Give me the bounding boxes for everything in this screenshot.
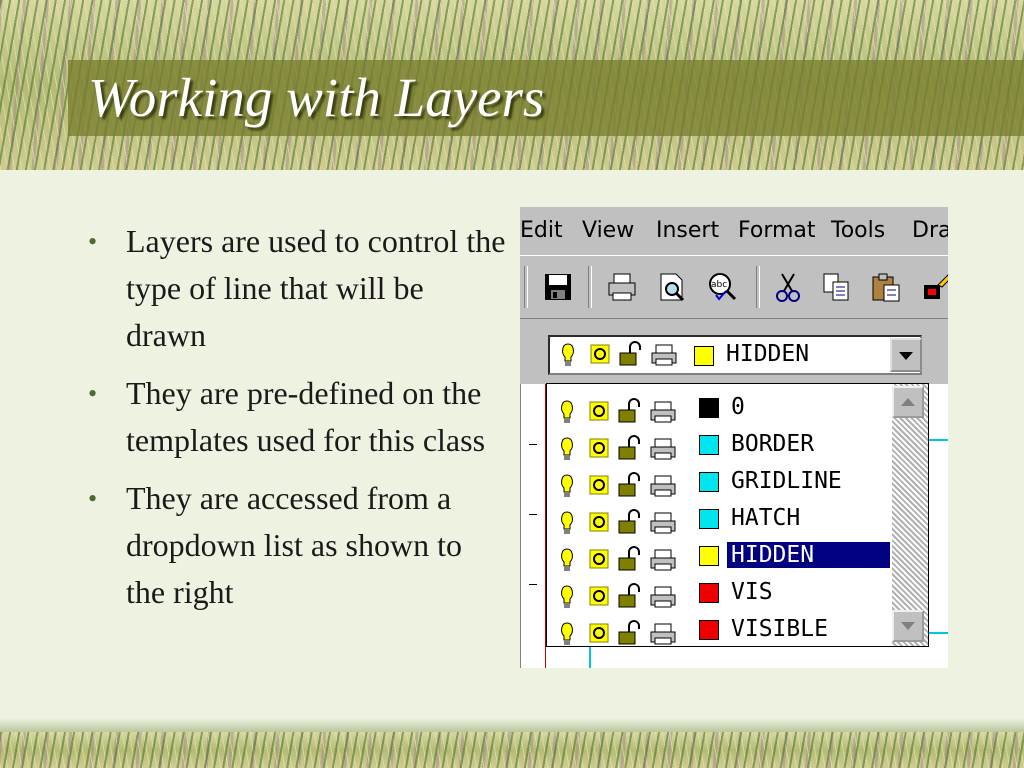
layer-dropdown-list: 0 BORDER GRIDLINE HATCH HIDDEN VIS VISIBLE <box>546 383 929 647</box>
layer-color-swatch <box>699 620 719 640</box>
layer-dropdown-button[interactable] <box>890 338 922 372</box>
toolbar-separator <box>524 266 528 308</box>
current-layer-name: HIDDEN <box>726 341 810 367</box>
spell-check-icon[interactable]: abc <box>706 271 738 303</box>
bullet-list: • Layers are used to control the type of … <box>86 218 506 627</box>
layer-state-icons <box>561 546 676 571</box>
bullet-text: They are accessed from a dropdown list a… <box>126 480 462 610</box>
drawing-line <box>927 439 948 441</box>
layer-state-icons[interactable] <box>559 620 709 646</box>
layer-color-swatch <box>699 546 719 566</box>
menu-view[interactable]: View <box>582 218 634 243</box>
layer-state-icons[interactable] <box>559 398 709 424</box>
layer-state-icons[interactable] <box>559 509 709 535</box>
layer-color-swatch <box>699 583 719 603</box>
svg-text:abc: abc <box>711 280 727 290</box>
layer-color-swatch <box>699 435 719 455</box>
toolbar-separator <box>756 266 760 308</box>
bullet-dot-icon: • <box>88 484 98 513</box>
match-properties-icon[interactable] <box>920 271 948 303</box>
bullet-text: They are pre-defined on the templates us… <box>126 375 486 458</box>
copy-icon[interactable] <box>820 271 852 303</box>
layer-row-hidden[interactable]: HIDDEN <box>547 540 891 576</box>
layer-state-icons[interactable] <box>559 435 709 461</box>
layer-row-visible[interactable]: VISIBLE <box>547 614 890 650</box>
save-icon[interactable] <box>542 271 574 303</box>
layer-dropdown-screenshot: Edit View Insert Format Tools Dra abc HI… <box>520 207 948 668</box>
layer-state-icons <box>562 341 677 366</box>
footer-shadow <box>0 718 1024 732</box>
layer-name: VIS <box>731 579 773 605</box>
menu-format[interactable]: Format <box>738 218 816 243</box>
ruler-tick <box>529 514 537 515</box>
layer-state-icons <box>561 620 676 645</box>
slide-title: Working with Layers <box>88 67 545 128</box>
layer-state-icons <box>561 583 676 608</box>
menu-bar: Edit View Insert Format Tools Dra <box>520 207 948 251</box>
menu-edit[interactable]: Edit <box>520 218 563 243</box>
chevron-up-icon <box>901 398 915 406</box>
drawing-line <box>927 632 948 634</box>
paste-icon[interactable] <box>870 271 902 303</box>
layer-row-gridline[interactable]: GRIDLINE <box>547 466 890 502</box>
layer-state-icons <box>561 398 676 423</box>
layer-name: 0 <box>731 394 745 420</box>
layer-name: GRIDLINE <box>731 468 842 494</box>
layer-row-vis[interactable]: VIS <box>547 577 890 613</box>
bullet-item: • Layers are used to control the type of … <box>86 218 506 359</box>
layer-state-icons <box>561 435 676 460</box>
chevron-down-icon <box>899 352 913 360</box>
scroll-down-button[interactable] <box>892 610 924 642</box>
menu-draw[interactable]: Dra <box>912 218 948 243</box>
bullet-text: Layers are used to control the type of l… <box>126 223 506 353</box>
layer-row-0[interactable]: 0 <box>547 392 890 428</box>
layer-name: HATCH <box>731 505 801 531</box>
bullet-dot-icon: • <box>88 227 98 256</box>
current-layer-color-swatch <box>694 346 714 366</box>
chevron-down-icon <box>901 622 915 630</box>
menu-insert[interactable]: Insert <box>656 218 719 243</box>
layer-state-icons[interactable] <box>559 546 709 572</box>
layer-color-swatch <box>699 509 719 529</box>
layer-state-icons <box>561 509 676 534</box>
ruler-tick <box>529 444 537 445</box>
print-preview-icon[interactable] <box>656 271 688 303</box>
layer-name: VISIBLE <box>731 616 828 642</box>
layer-state-icons[interactable] <box>559 583 709 609</box>
menu-tools[interactable]: Tools <box>831 218 885 243</box>
bullet-item: • They are accessed from a dropdown list … <box>86 475 506 616</box>
scroll-up-button[interactable] <box>892 386 924 418</box>
layer-combo-box[interactable]: HIDDEN <box>548 335 922 375</box>
layer-state-icons <box>561 472 676 497</box>
layer-row-border[interactable]: BORDER <box>547 429 890 465</box>
toolbar-separator <box>588 266 592 308</box>
footer-grass-background <box>0 732 1024 768</box>
layer-color-swatch <box>699 472 719 492</box>
cut-icon[interactable] <box>772 271 804 303</box>
standard-toolbar: abc <box>520 255 948 319</box>
layer-state-icons[interactable] <box>559 472 709 498</box>
layer-row-hatch[interactable]: HATCH <box>547 503 890 539</box>
print-icon[interactable] <box>606 271 638 303</box>
layer-color-swatch <box>699 398 719 418</box>
bullet-dot-icon: • <box>88 379 98 408</box>
ruler-tick <box>529 584 537 585</box>
dropdown-scrollbar[interactable] <box>892 384 928 646</box>
bullet-item: • They are pre-defined on the templates u… <box>86 370 506 464</box>
layer-name: HIDDEN <box>726 541 891 569</box>
layer-name: BORDER <box>731 431 815 457</box>
